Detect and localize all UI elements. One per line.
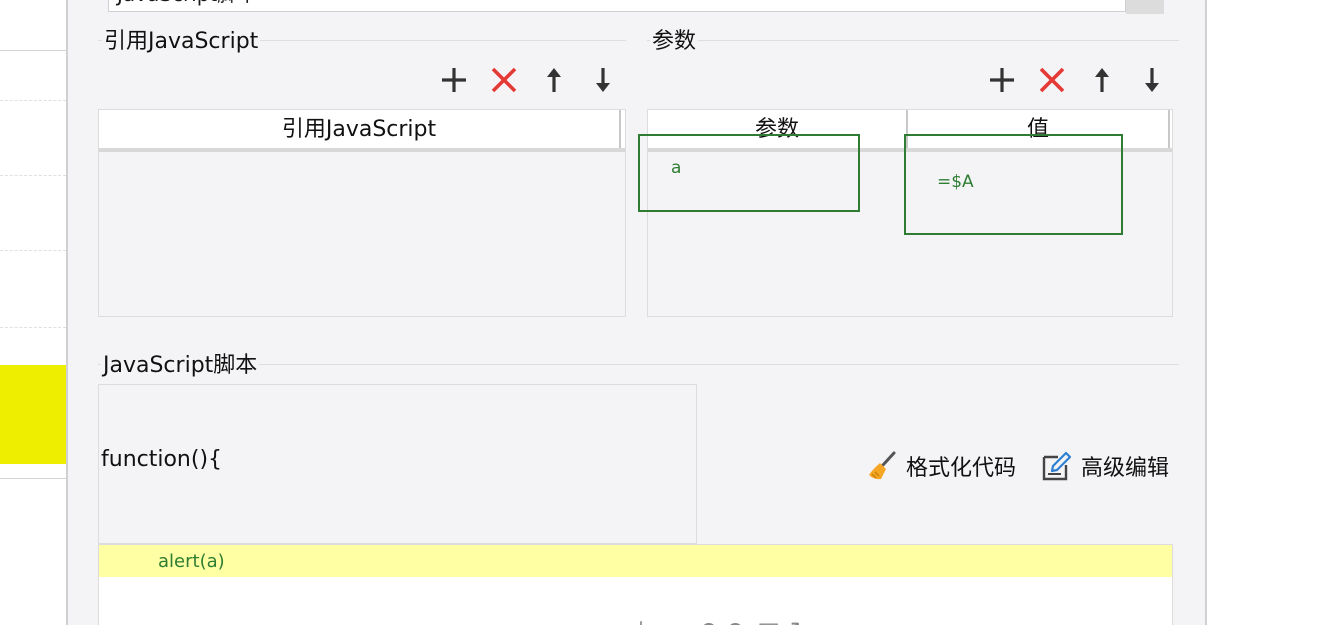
broom-icon (869, 451, 896, 480)
delete-icon (1039, 67, 1065, 93)
editor-toolbar: ＋－↶↷▣↻ (629, 611, 820, 625)
editor-redo-icon[interactable]: ↷ (727, 617, 757, 625)
script-editor[interactable]: alert(a) ＋－↶↷▣↻ (98, 544, 1173, 625)
format-code-label: 格式化代码 (906, 456, 1017, 481)
background-highlight (0, 365, 66, 464)
params-add-button[interactable] (987, 65, 1017, 95)
move-up-icon (547, 68, 561, 92)
ref-js-section-title: 引用JavaScript (102, 29, 261, 55)
editor-refresh-icon[interactable]: ↻ (790, 617, 820, 625)
params-move-down-button[interactable] (1137, 65, 1167, 95)
background-page (0, 0, 66, 625)
editor-code-line: alert(a) (158, 551, 225, 572)
advanced-edit-button[interactable]: 高级编辑 (1041, 450, 1169, 482)
edit-icon (1042, 451, 1072, 481)
section-separator (98, 364, 1179, 365)
editor-add-icon[interactable]: ＋ (629, 617, 663, 625)
ref-js-move-up-button[interactable] (539, 65, 569, 95)
params-delete-button[interactable] (1037, 65, 1067, 95)
background-divider (0, 175, 66, 176)
script-function-header: function(){ (101, 447, 223, 472)
background-divider (0, 478, 66, 479)
background-right (1207, 0, 1329, 625)
params-move-up-button[interactable] (1087, 65, 1117, 95)
background-divider (0, 100, 66, 101)
background-divider (0, 50, 66, 51)
move-down-icon (596, 68, 610, 92)
editor-minus-icon[interactable]: － (663, 617, 697, 625)
move-down-icon (1145, 68, 1159, 92)
add-icon (442, 68, 466, 92)
ref-js-add-button[interactable] (439, 65, 469, 95)
script-header-area: function(){ (98, 384, 697, 544)
ref-js-column-header[interactable]: 引用JavaScript (99, 110, 621, 148)
ref-js-delete-button[interactable] (489, 65, 519, 95)
ref-js-table-header: 引用JavaScript (99, 110, 625, 152)
move-up-icon (1095, 68, 1109, 92)
ref-js-table[interactable]: 引用JavaScript (98, 109, 626, 317)
format-code-button[interactable]: 格式化代码 (866, 450, 1016, 482)
add-icon (990, 68, 1014, 92)
param-value-highlight (904, 134, 1123, 235)
background-divider (0, 327, 66, 328)
background-divider (0, 250, 66, 251)
ref-js-move-down-button[interactable] (588, 65, 618, 95)
script-name-dropdown-button[interactable] (1126, 0, 1164, 14)
editor-undo-icon[interactable]: ↶ (697, 617, 727, 625)
param-name-highlight (638, 134, 860, 212)
params-section-title: 参数 (650, 29, 699, 55)
script-section-title: JavaScript脚本 (101, 353, 260, 379)
section-separator (647, 40, 1179, 41)
script-name-input[interactable]: JavaScript脚本 (108, 0, 1126, 12)
advanced-edit-label: 高级编辑 (1081, 456, 1170, 481)
editor-paste-icon[interactable]: ▣ (757, 617, 790, 625)
editor-current-line (99, 545, 1172, 577)
delete-icon (491, 67, 517, 93)
